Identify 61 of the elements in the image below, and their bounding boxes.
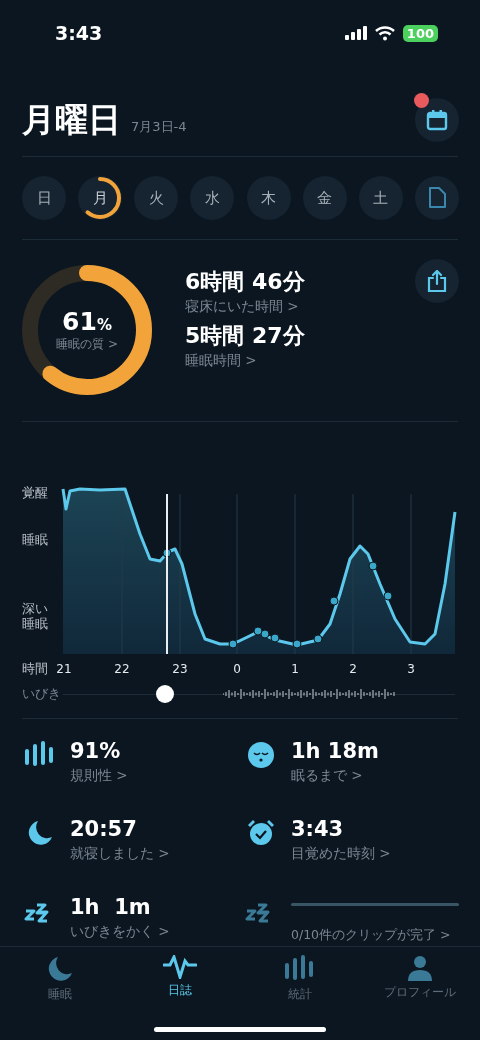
day-button[interactable]: 火 (134, 176, 179, 220)
duration-link[interactable]: 寝床にいた時間 > (185, 297, 415, 315)
calendar-button[interactable] (415, 98, 459, 142)
hour-label: 2 (349, 662, 357, 676)
day-button[interactable]: 水 (190, 176, 235, 220)
axis-title: 時間 (22, 661, 48, 676)
stat-value: 3:43 (291, 816, 345, 843)
day-button[interactable]: 土 (358, 176, 403, 220)
tab-item[interactable]: 統計 (240, 955, 360, 1003)
stat-link[interactable]: 0/10件のクリップが完了 > (291, 925, 459, 945)
hour-label: 21 (56, 662, 72, 676)
wave-icon (163, 955, 197, 979)
report-button[interactable] (415, 176, 459, 220)
tab-item[interactable]: 睡眠 (0, 955, 120, 1003)
day-button[interactable]: 日 (22, 176, 66, 220)
stat-link[interactable]: 目覚めた時刻 > (291, 843, 459, 863)
bars-icon (24, 741, 56, 769)
moon-icon (26, 819, 54, 847)
stat-value: 1h 1m (70, 894, 152, 921)
stat-value: 20:57 (70, 816, 138, 843)
hour-label: 23 (172, 662, 188, 676)
date-label: 7月3日-4 (131, 117, 187, 136)
stat-value: 91% (70, 738, 122, 765)
stage-label: 覚醒 (22, 485, 48, 500)
sleeping-face-icon (247, 741, 275, 769)
person-icon (407, 955, 433, 981)
moon-icon (46, 955, 74, 983)
stat-link[interactable]: 規則性 > (70, 765, 243, 785)
bars-icon (284, 955, 316, 983)
day-title: 月曜日 (22, 98, 121, 141)
duration-value: 5時間 27分 (185, 322, 306, 350)
day-button[interactable]: 木 (246, 176, 291, 220)
calendar-icon (426, 109, 448, 131)
stat-link[interactable]: いびきをかく > (70, 921, 243, 941)
slider-thumb[interactable] (155, 685, 174, 703)
tab-item[interactable]: 日誌 (120, 955, 240, 1003)
hour-label: 3 (407, 662, 415, 676)
day-button[interactable]: 月 (78, 176, 123, 220)
document-icon (428, 187, 446, 209)
battery-level: 100 (402, 24, 438, 42)
hour-label: 0 (233, 662, 241, 676)
day-button[interactable]: 金 (302, 176, 347, 220)
signal-icon (344, 26, 367, 40)
quality-value: 61% (62, 307, 112, 336)
duration-value: 6時間 46分 (185, 268, 306, 296)
share-icon (427, 270, 447, 292)
stage-label: 深い睡眠 (22, 601, 49, 631)
stat-link[interactable]: 眠るまで > (291, 765, 459, 785)
hour-label: 22 (114, 662, 130, 676)
quality-link[interactable]: 睡眠の質 > (56, 336, 118, 353)
share-button[interactable] (415, 259, 459, 303)
tab-item[interactable]: プロフィール (360, 955, 480, 1003)
hour-label: 1 (291, 662, 299, 676)
duration-link[interactable]: 睡眠時間 > (185, 351, 415, 369)
status-time: 3:43 (55, 22, 103, 44)
stage-label: 睡眠 (22, 532, 48, 547)
stat-value: 1h 18m (291, 738, 380, 765)
alarm-clock-icon (247, 819, 275, 847)
stat-link[interactable]: 就寝しました > (70, 843, 243, 863)
snore-label: いびき (22, 685, 62, 703)
wifi-icon (374, 25, 395, 41)
